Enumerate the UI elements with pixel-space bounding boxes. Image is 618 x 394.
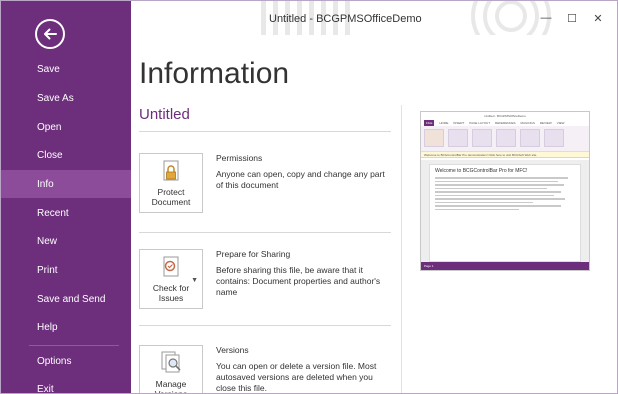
- page-title: Information: [139, 57, 290, 90]
- nav-item-save-and-send[interactable]: Save and Send: [1, 285, 131, 313]
- sidebar-divider: [29, 345, 119, 346]
- nav-item-options[interactable]: Options: [1, 347, 131, 375]
- preview-tabs: FILE HOME INSERT PAGE LAYOUT REFERENCES …: [421, 120, 589, 126]
- info-pane: Information Untitled Protect Document Pe…: [131, 35, 617, 393]
- preview-text-line: [435, 184, 564, 186]
- preview-text-line: [435, 205, 561, 207]
- lock-icon: [163, 160, 179, 181]
- back-arrow-icon: [44, 28, 57, 40]
- nav-item-label: Open: [37, 121, 62, 133]
- prepare-for-sharing-description: Before sharing this file, be aware that …: [216, 265, 381, 297]
- nav-item-recent[interactable]: Recent: [1, 199, 131, 227]
- nav-item-close[interactable]: Close: [1, 141, 131, 169]
- preview-text-line: [435, 187, 547, 189]
- check-for-issues-label: Check for Issues: [152, 283, 190, 303]
- preview-tab: PAGE LAYOUT: [469, 121, 491, 125]
- nav-item-label: Options: [37, 355, 72, 367]
- prepare-for-sharing-title: Prepare for Sharing: [216, 249, 291, 259]
- permissions-description: Anyone can open, copy and change any par…: [216, 169, 385, 190]
- document-name: Untitled: [139, 106, 190, 123]
- check-document-icon: [163, 256, 179, 277]
- nav-item-label: Save: [37, 63, 60, 75]
- preview-body: Welcome to BCGControlBar Pro for MFC!: [421, 160, 589, 262]
- preview-ribbon-group: [520, 129, 540, 147]
- divider: [139, 325, 391, 326]
- preview-text-line: [435, 198, 566, 200]
- preview-page: Welcome to BCGControlBar Pro for MFC!: [429, 164, 581, 262]
- manage-versions-button[interactable]: Manage Versions: [139, 345, 203, 394]
- close-button[interactable]: ✕: [585, 10, 611, 26]
- nav-item-label: New: [37, 235, 58, 247]
- nav-item-open[interactable]: Open: [1, 113, 131, 141]
- prepare-for-sharing-section: Check for Issues ▼ Prepare for Sharing B…: [139, 249, 391, 311]
- back-button[interactable]: [35, 19, 65, 49]
- preview-title: Untitled - BCGPMSOfficeDemo: [421, 112, 589, 120]
- preview-ribbon: [421, 126, 589, 152]
- preview-text-line: [435, 201, 533, 203]
- divider: [139, 131, 391, 132]
- nav-item-new[interactable]: New: [1, 227, 131, 255]
- backstage-sidebar: Save Save As Open Close Info Recent New …: [1, 1, 131, 394]
- nav-item-label: Print: [37, 264, 58, 276]
- permissions-section: Protect Document Permissions Anyone can …: [139, 153, 391, 215]
- nav-item-save[interactable]: Save: [1, 55, 131, 83]
- preview-ribbon-group: [448, 129, 468, 147]
- nav-item-info[interactable]: Info: [1, 170, 131, 198]
- permissions-title: Permissions: [216, 153, 263, 163]
- preview-text-line: [435, 177, 568, 179]
- preview-text-line: [435, 194, 554, 196]
- nav-item-help[interactable]: Help: [1, 313, 131, 341]
- preview-ribbon-group: [544, 129, 564, 147]
- chevron-down-icon[interactable]: ▼: [191, 276, 198, 286]
- app-window: Untitled - BCGPMSOfficeDemo — ☐ ✕ Save S…: [0, 0, 618, 394]
- preview-text-line: [435, 191, 561, 193]
- nav-item-label: Recent: [37, 207, 69, 219]
- preview-ribbon-group: [472, 129, 492, 147]
- maximize-button[interactable]: ☐: [559, 10, 585, 26]
- preview-tab: HOME: [439, 121, 449, 125]
- nav-item-label: Exit: [37, 383, 54, 394]
- protect-document-button[interactable]: Protect Document: [139, 153, 203, 213]
- window-controls: — ☐ ✕: [533, 10, 611, 26]
- preview-text-line: [435, 208, 519, 210]
- title-bar: Untitled - BCGPMSOfficeDemo — ☐ ✕: [131, 1, 617, 35]
- check-for-issues-button[interactable]: Check for Issues ▼: [139, 249, 203, 309]
- nav-item-label: Info: [37, 178, 54, 190]
- document-preview[interactable]: Untitled - BCGPMSOfficeDemo FILE HOME IN…: [420, 111, 590, 271]
- preview-tab: REVIEW: [539, 121, 552, 125]
- preview-heading: Welcome to BCGControlBar Pro for MFC!: [435, 168, 528, 174]
- preview-ribbon-group: [424, 129, 444, 147]
- column-divider: [401, 105, 402, 393]
- preview-tab: INSERT: [453, 121, 465, 125]
- preview-text-line: [435, 180, 559, 182]
- preview-tab: REFERENCES: [495, 121, 516, 125]
- preview-tab: FILE: [424, 120, 435, 126]
- preview-status-bar: Page 1: [421, 262, 589, 270]
- versions-description: You can open or delete a version file. M…: [216, 361, 377, 393]
- manage-versions-icon: [161, 351, 181, 373]
- preview-tab: MAILINGS: [520, 121, 535, 125]
- nav-item-label: Close: [37, 149, 63, 161]
- nav-item-exit[interactable]: Exit: [1, 375, 131, 394]
- preview-ribbon-group: [496, 129, 516, 147]
- manage-versions-label: Manage Versions: [154, 379, 188, 394]
- protect-document-label: Protect Document: [151, 187, 191, 207]
- versions-title: Versions: [216, 345, 249, 355]
- minimize-button[interactable]: —: [533, 10, 559, 26]
- nav-item-save-as[interactable]: Save As: [1, 84, 131, 112]
- nav-item-print[interactable]: Print: [1, 256, 131, 284]
- nav-item-label: Help: [37, 321, 58, 333]
- versions-section: Manage Versions Versions You can open or…: [139, 345, 391, 394]
- window-title: Untitled - BCGPMSOfficeDemo: [269, 13, 422, 25]
- nav-item-label: Save As: [37, 92, 74, 104]
- nav-item-label: Save and Send: [37, 293, 106, 305]
- preview-message-bar: Welcome to BCGControlBar Pro demonstrati…: [421, 152, 589, 158]
- divider: [139, 232, 391, 233]
- preview-tab: VIEW: [556, 121, 565, 125]
